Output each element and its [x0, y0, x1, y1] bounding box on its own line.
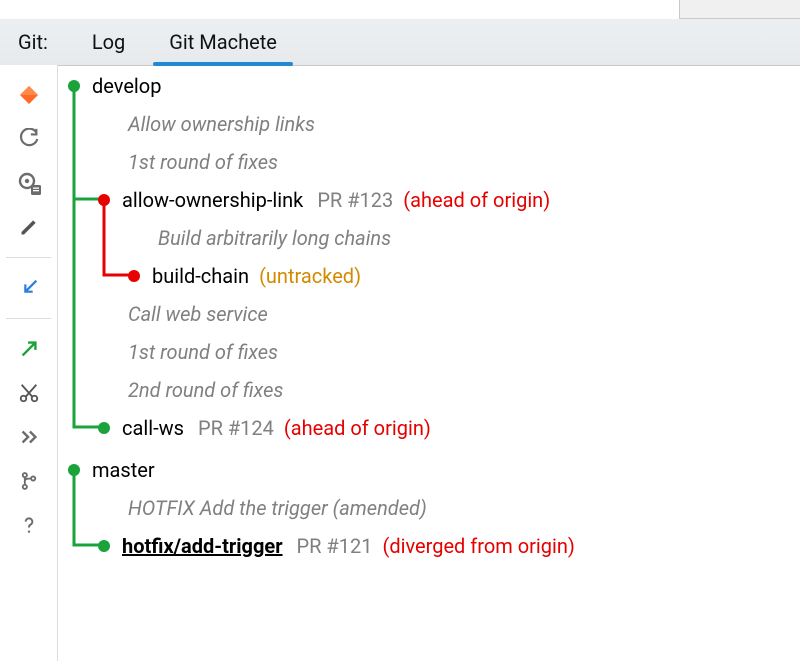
branch-row[interactable]: allow-ownership-link PR #123 (ahead of ori…	[98, 188, 790, 212]
pr-label[interactable]: PR #121	[297, 534, 373, 558]
commit-message: 1st round of fixes	[128, 150, 278, 174]
commit-message: Allow ownership links	[128, 112, 315, 136]
branch-dot-icon	[98, 422, 110, 434]
edit-icon[interactable]	[0, 205, 57, 249]
branch-name[interactable]: master	[92, 458, 155, 482]
machete-toolbar	[0, 65, 58, 661]
slide-in-icon[interactable]	[0, 266, 57, 310]
slide-out-icon[interactable]	[0, 327, 57, 371]
commit-row: HOTFIX Add the trigger (amended)	[128, 496, 790, 520]
pr-label[interactable]: PR #123	[317, 188, 393, 212]
pr-label[interactable]: PR #124	[198, 416, 274, 440]
branch-dot-icon	[98, 540, 110, 552]
sync-status: (diverged from origin)	[382, 534, 574, 558]
window-chrome-placeholder	[0, 0, 800, 19]
branch-row[interactable]: master	[68, 458, 790, 482]
commit-message: 2nd round of fixes	[128, 378, 283, 402]
commit-row: 2nd round of fixes	[128, 378, 790, 402]
more-icon[interactable]	[0, 415, 57, 459]
branch-row[interactable]: build-chain (untracked)	[128, 264, 790, 288]
commit-message: Build arbitrarily long chains	[158, 226, 391, 250]
branch-row[interactable]: hotfix/add-trigger PR #121 (diverged from …	[98, 534, 790, 558]
sync-status: (ahead of origin)	[284, 416, 431, 440]
fetch-icon[interactable]	[0, 161, 57, 205]
branch-name[interactable]: develop	[92, 74, 161, 98]
branch-icon[interactable]	[0, 459, 57, 503]
help-icon[interactable]	[0, 503, 57, 547]
branch-name[interactable]: allow-ownership-link	[122, 188, 303, 212]
branch-dot-icon	[98, 194, 110, 206]
cut-icon[interactable]	[0, 371, 57, 415]
tab-git-machete[interactable]: Git Machete	[147, 19, 299, 65]
commit-row: Allow ownership links	[128, 112, 790, 136]
vcs-tabbar: Git: Log Git Machete	[0, 19, 800, 66]
vcs-title: Git:	[0, 30, 70, 54]
branch-dot-icon	[128, 270, 140, 282]
branch-tree: develop Allow ownership links 1st round of…	[58, 65, 800, 661]
sync-status: (ahead of origin)	[403, 188, 550, 212]
commit-row: 1st round of fixes	[128, 340, 790, 364]
commit-row: Build arbitrarily long chains	[158, 226, 790, 250]
branch-row[interactable]: develop	[68, 74, 790, 98]
commit-message: HOTFIX Add the trigger (amended)	[128, 496, 427, 520]
branch-name[interactable]: build-chain	[152, 264, 249, 288]
sync-status: (untracked)	[259, 264, 361, 288]
commit-row: 1st round of fixes	[128, 150, 790, 174]
toolbar-separator	[6, 257, 51, 258]
commit-message: 1st round of fixes	[128, 340, 278, 364]
commit-row: Call web service	[128, 302, 790, 326]
branch-dot-icon	[68, 80, 80, 92]
commit-message: Call web service	[128, 302, 268, 326]
tab-log[interactable]: Log	[70, 19, 147, 65]
toolbar-separator	[6, 318, 51, 319]
branch-row[interactable]: call-ws PR #124 (ahead of origin)	[98, 416, 790, 440]
branch-name[interactable]: hotfix/add-trigger	[122, 534, 283, 558]
machete-icon[interactable]	[0, 73, 57, 117]
branch-name[interactable]: call-ws	[122, 416, 184, 440]
branch-dot-icon	[68, 464, 80, 476]
refresh-icon[interactable]	[0, 117, 57, 161]
